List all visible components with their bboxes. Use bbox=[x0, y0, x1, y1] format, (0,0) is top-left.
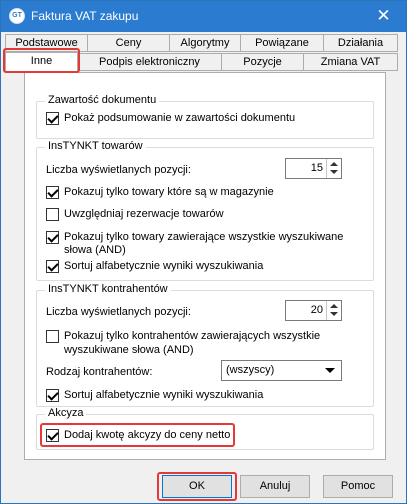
label-kontrahenci-and: Pokazuj tylko kontrahentów zawierających… bbox=[64, 330, 321, 342]
title-bar[interactable]: GT Faktura VAT zakupu ✕ bbox=[1, 1, 406, 32]
label-towary-and-line2: słowa (AND) bbox=[64, 244, 126, 256]
arrow-down-icon[interactable] bbox=[330, 170, 338, 174]
checkbox-rezerwacje[interactable] bbox=[46, 208, 59, 221]
checkbox-pokaz-podsumowanie[interactable] bbox=[46, 112, 59, 125]
label-tylko-w-magazynie: Pokazuj tylko towary które są w magazyni… bbox=[64, 186, 274, 198]
tab-dzialania[interactable]: Działania bbox=[323, 34, 398, 52]
spinner-value: 15 bbox=[310, 162, 323, 174]
tab-podstawowe[interactable]: Podstawowe bbox=[5, 34, 88, 52]
dialog-window: GT Faktura VAT zakupu ✕ Podstawowe Ceny … bbox=[0, 0, 407, 504]
tab-zmiana-vat[interactable]: Zmiana VAT bbox=[303, 53, 398, 71]
checkbox-kontrahenci-and[interactable] bbox=[46, 330, 59, 343]
label-towary-and: Pokazuj tylko towary zawierające wszystk… bbox=[64, 231, 344, 243]
cancel-button[interactable]: Anuluj bbox=[240, 475, 310, 498]
label-liczba-pozycji-kontrahentow: Liczba wyświetlanych pozycji: bbox=[46, 306, 191, 318]
label-dodaj-akcyze: Dodaj kwotę akcyzy do ceny netto bbox=[64, 429, 231, 441]
checkbox-sortuj-kontrahentow[interactable] bbox=[46, 389, 59, 402]
select-rodzaj-kontrahentow[interactable]: (wszyscy) bbox=[221, 360, 342, 381]
tab-powiazane[interactable]: Powiązane bbox=[240, 34, 324, 52]
checkbox-towary-and[interactable] bbox=[46, 231, 59, 244]
label-rezerwacje: Uwzględniaj rezerwacje towarów bbox=[64, 208, 224, 220]
spinner-liczba-pozycji-kontrahentow[interactable]: 20 bbox=[285, 300, 342, 321]
label-pokaz-podsumowanie: Pokaż podsumowanie w zawartości dokument… bbox=[64, 112, 296, 124]
help-button[interactable]: Pomoc bbox=[323, 475, 393, 498]
app-logo-icon: GT bbox=[9, 8, 25, 24]
spinner-liczba-pozycji-towarow[interactable]: 15 bbox=[285, 158, 342, 179]
tab-ceny[interactable]: Ceny bbox=[87, 34, 170, 52]
spinner-value: 20 bbox=[310, 304, 323, 316]
label-sortuj-towary: Sortuj alfabetycznie wyniki wyszukiwania bbox=[64, 260, 264, 272]
group-title-instynkt-kontrahentow: InsTYNKT kontrahentów bbox=[45, 283, 171, 295]
checkbox-tylko-w-magazynie[interactable] bbox=[46, 186, 59, 199]
checkbox-sortuj-towary[interactable] bbox=[46, 260, 59, 273]
spinner-arrows[interactable] bbox=[326, 301, 341, 320]
chevron-down-icon bbox=[325, 368, 335, 373]
group-title-zawartosc: Zawartość dokumentu bbox=[45, 94, 160, 106]
app-logo-text: GT bbox=[12, 12, 22, 19]
spinner-arrows[interactable] bbox=[326, 159, 341, 178]
tab-pozycje[interactable]: Pozycje bbox=[221, 53, 304, 71]
label-liczba-pozycji-towarow: Liczba wyświetlanych pozycji: bbox=[46, 164, 191, 176]
window-title: Faktura VAT zakupu bbox=[31, 9, 139, 23]
arrow-up-icon[interactable] bbox=[330, 304, 338, 308]
tab-inne[interactable]: Inne bbox=[5, 52, 78, 73]
tab-algorytmy[interactable]: Algorytmy bbox=[169, 34, 241, 52]
select-value: (wszyscy) bbox=[226, 364, 275, 376]
arrow-down-icon[interactable] bbox=[330, 312, 338, 316]
label-sortuj-kontrahentow: Sortuj alfabetycznie wyniki wyszukiwania bbox=[64, 389, 264, 401]
ok-button[interactable]: OK bbox=[162, 475, 232, 498]
arrow-up-icon[interactable] bbox=[330, 162, 338, 166]
group-title-instynkt-towarow: InsTYNKT towarów bbox=[45, 140, 146, 152]
close-icon[interactable]: ✕ bbox=[361, 1, 406, 32]
checkbox-dodaj-akcyze[interactable] bbox=[46, 429, 59, 442]
label-kontrahenci-and-line2: wyszukiwane słowa (AND) bbox=[64, 344, 194, 356]
label-rodzaj-kontrahentow: Rodzaj kontrahentów: bbox=[46, 366, 153, 378]
tab-podpis-elektroniczny[interactable]: Podpis elektroniczny bbox=[77, 53, 222, 71]
group-title-akcyza: Akcyza bbox=[45, 407, 87, 419]
